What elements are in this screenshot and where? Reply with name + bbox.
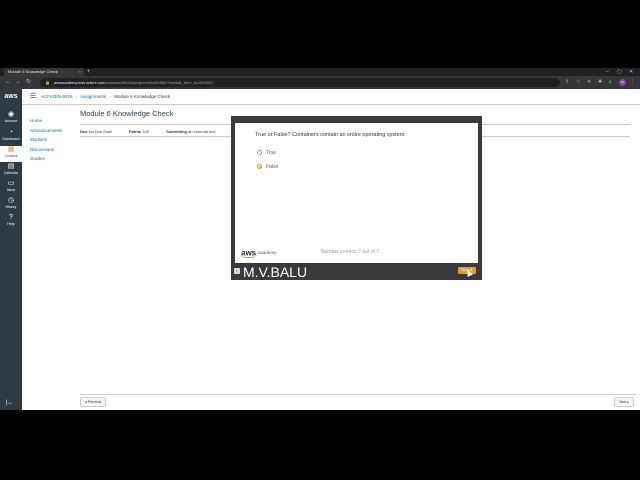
breadcrumb-assignments[interactable]: Assignments [80, 94, 106, 99]
hamburger-menu-icon[interactable]: ☰ [30, 92, 36, 100]
lock-icon: 🔒 [45, 80, 50, 85]
previous-button[interactable]: ◂ Previous [80, 397, 107, 407]
nav-history[interactable]: ◷ History [0, 197, 22, 213]
nav-label: Help [7, 222, 15, 226]
quiz-body: True or False? Containers contain an ent… [235, 123, 478, 263]
due-label: Due [80, 129, 88, 134]
tab-title: Module 6 Knowledge Check [8, 69, 58, 74]
breadcrumb-current: Module 6 Knowledge Check [114, 94, 171, 99]
quiz-menu-icon[interactable]: ▪ [234, 268, 240, 274]
global-nav: aws ◉ Account ◔ Dashboard ▦ Courses ▤ Ca… [0, 89, 22, 410]
option-true[interactable]: True [257, 149, 276, 157]
nav-label: Account [4, 119, 18, 123]
nav-label: Inbox [6, 188, 16, 192]
puzzle-icon[interactable]: ✚ [598, 76, 602, 89]
option-label: False [266, 164, 279, 170]
submitting-value: an external tool [188, 129, 216, 134]
watermark-text: M.V.BALU [243, 264, 308, 280]
breadcrumb-separator: › [109, 94, 111, 99]
radio-false[interactable] [257, 164, 262, 170]
aws-logo[interactable]: aws [2, 93, 20, 105]
courses-icon: ▦ [7, 146, 15, 153]
course-nav-modules[interactable]: Modules [30, 135, 63, 145]
reload-icon[interactable]: ↻ [26, 76, 31, 89]
breadcrumb: ☰ ACFv2EN-9818 › Assignments › Module 6 … [22, 89, 640, 105]
course-nav-home[interactable]: Home [30, 116, 63, 126]
submitting-label: Submitting [166, 129, 187, 134]
aws-smile-icon [241, 254, 256, 258]
forward-icon[interactable]: → [15, 76, 21, 89]
breadcrumb-course[interactable]: ACFv2EN-9818 [41, 94, 73, 99]
history-icon: ◷ [7, 197, 15, 204]
url-host: awsacademy.instructure.com [54, 80, 106, 85]
media-icon[interactable]: ♫ [608, 76, 612, 89]
profile-avatar[interactable]: M [619, 79, 626, 86]
extension-icon[interactable]: ✦ [587, 76, 591, 89]
course-nav: Home Announcements Modules Discussions G… [30, 116, 63, 164]
nav-label: Calendar [3, 171, 19, 175]
nav-dashboard[interactable]: ◔ Dashboard [0, 129, 22, 145]
question-text: True or False? Containers contain an ent… [255, 132, 406, 138]
browser-toolbar: ← → ↻ 🔒 awsacademy.instructure.com/cours… [0, 76, 640, 89]
close-window-icon[interactable]: ✕ [629, 68, 633, 76]
calendar-icon: ▤ [7, 163, 15, 170]
account-icon: ◉ [7, 111, 15, 118]
url-path: /courses/9818/assignments/84986?module_i… [105, 80, 213, 85]
course-nav-discussions[interactable]: Discussions [30, 145, 63, 155]
inbox-icon: ▭ [7, 180, 15, 187]
address-bar[interactable]: 🔒 awsacademy.instructure.com/courses/981… [40, 78, 560, 87]
next-button[interactable]: Next ▸ [614, 397, 634, 407]
nav-label: Dashboard [2, 137, 20, 141]
radio-true[interactable] [257, 150, 262, 156]
close-tab-icon[interactable]: × [79, 68, 81, 76]
points-value: 100 [142, 129, 149, 134]
share-icon[interactable]: ⇪ [565, 76, 569, 89]
nav-help[interactable]: ? Help [0, 214, 22, 230]
nav-calendar[interactable]: ▤ Calendar [0, 163, 22, 179]
module-footer: ◂ Previous Next ▸ [80, 394, 636, 410]
nav-label: Courses [4, 154, 18, 158]
option-false[interactable]: False [257, 163, 278, 171]
page-title: Module 6 Knowledge Check [80, 109, 174, 118]
brand-academy: academy [258, 250, 277, 256]
menu-kebab-icon[interactable]: ⋮ [630, 76, 635, 89]
course-nav-grades[interactable]: Grades [30, 154, 63, 164]
course-nav-announcements[interactable]: Announcements [30, 126, 63, 136]
due-value: No Due Date [88, 129, 112, 134]
nav-label: History [5, 205, 17, 209]
help-icon: ? [9, 214, 13, 221]
back-icon[interactable]: ← [5, 76, 11, 89]
score-text: Number correct: 7 out of 7 [321, 249, 380, 255]
quiz-topbar [231, 116, 482, 123]
collapse-nav-icon[interactable]: |← [6, 400, 14, 406]
browser-tab[interactable]: Module 6 Knowledge Check × [4, 68, 84, 76]
new-tab-button[interactable]: + [87, 68, 91, 76]
nav-courses[interactable]: ▦ Courses [0, 146, 22, 162]
quiz-panel: True or False? Containers contain an ent… [231, 116, 482, 280]
option-label: True [266, 150, 277, 156]
nav-inbox[interactable]: ▭ Inbox [0, 180, 22, 196]
minimize-icon[interactable]: – [606, 68, 609, 76]
tab-strip: Module 6 Knowledge Check × + – ▢ ✕ [0, 68, 640, 76]
breadcrumb-separator: › [75, 94, 78, 99]
dashboard-icon: ◔ [8, 129, 14, 136]
bookmark-star-icon[interactable]: ☆ [576, 76, 580, 89]
quiz-bottombar: ▪ M.V.BALU Submit [231, 263, 482, 280]
aws-academy-logo: aws academy [241, 244, 276, 262]
maximize-icon[interactable]: ▢ [617, 68, 622, 76]
points-label: Points [128, 129, 142, 134]
nav-account[interactable]: ◉ Account [0, 111, 22, 127]
